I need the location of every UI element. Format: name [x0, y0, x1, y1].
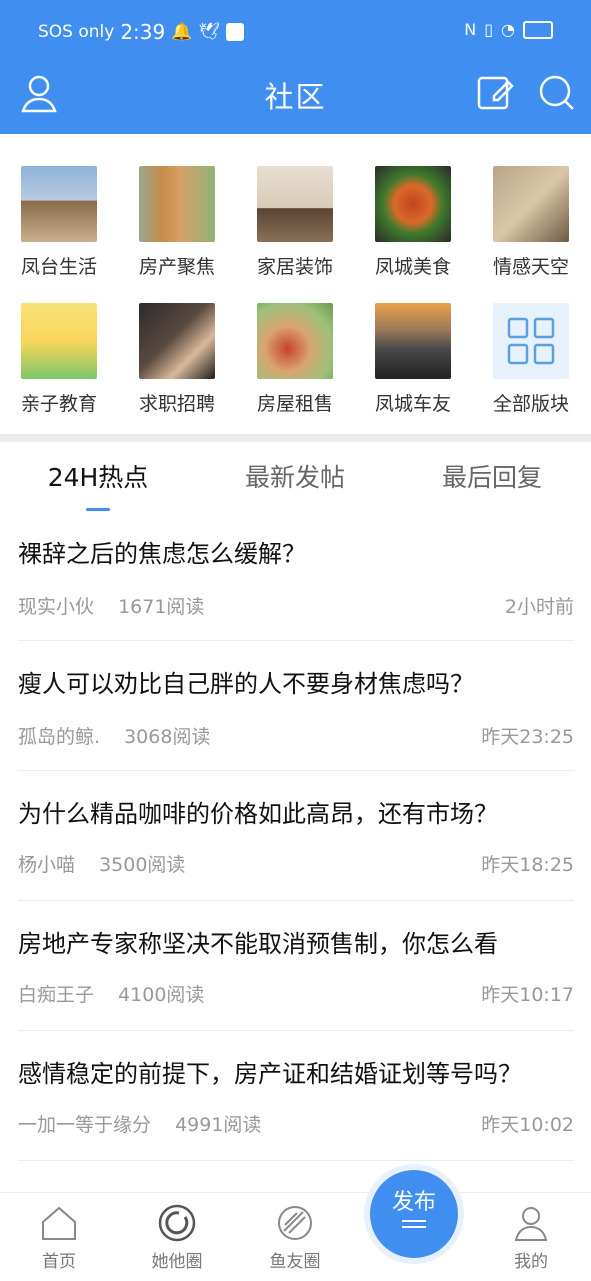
search-icon[interactable] — [536, 72, 578, 114]
dining-room-image — [257, 166, 333, 242]
post-time: 2小时前 — [504, 596, 574, 618]
status-bar: SOS only 2:39 🔔 🕊 N ▯ ◔ — [0, 0, 591, 66]
menu-lines-icon — [402, 1220, 426, 1228]
post-reads: 3068阅读 — [124, 726, 211, 748]
nav-tata-circle[interactable]: 她他圈 — [118, 1203, 236, 1272]
category-item[interactable]: 凤台生活 — [0, 166, 118, 279]
category-label: 求职招聘 — [138, 393, 215, 415]
post-title: 裸辞之后的焦虑怎么缓解？ — [18, 540, 306, 568]
category-item[interactable]: 求职招聘 — [118, 303, 236, 416]
top-bar: 社区 — [0, 66, 591, 134]
post-reads: 1671阅读 — [118, 596, 205, 618]
post-title: 房地产专家称坚决不能取消预售制，你怎么看 — [18, 930, 498, 958]
app-notification-icon — [226, 23, 245, 41]
nav-home[interactable]: 首页 — [0, 1203, 118, 1272]
carrier-text: SOS only — [38, 22, 115, 42]
nfc-icon: N — [464, 20, 477, 39]
post-time: 昨天10:17 — [481, 984, 574, 1006]
post-meta: 现实小伙 1671阅读 2小时前 — [18, 592, 574, 619]
post-item[interactable]: 裸辞之后的焦虑怎么缓解？ 现实小伙 1671阅读 2小时前 — [18, 534, 574, 641]
category-item[interactable]: 情感天空 — [472, 166, 590, 279]
post-author: 一加一等于缘分 — [18, 1114, 152, 1136]
post-time: 昨天23:25 — [481, 726, 574, 748]
nav-label: 首页 — [42, 1252, 76, 1272]
post-item[interactable]: 为什么精品咖啡的价格如此高昂，还有市场？ 杨小喵 3500阅读 昨天18:25 — [18, 794, 574, 901]
post-author: 杨小喵 — [18, 854, 76, 876]
post-reads: 4100阅读 — [118, 984, 205, 1006]
car-dashboard-image — [375, 303, 451, 379]
category-grid: 凤台生活 房产聚焦 家居装饰 凤城美食 情感天空 亲子教育 求职招聘 房屋租售 … — [0, 134, 591, 434]
family-cartoon-image — [21, 303, 97, 379]
category-label: 凤台生活 — [20, 256, 97, 278]
category-label: 房屋租售 — [256, 393, 333, 415]
tab-last-reply[interactable]: 最后回复 — [394, 458, 590, 494]
city-building-image — [21, 166, 97, 242]
post-tabs: 24H热点 最新发帖 最后回复 — [0, 442, 591, 514]
category-label: 亲子教育 — [20, 393, 97, 415]
post-time: 昨天10:02 — [481, 1114, 574, 1136]
user-icon — [511, 1203, 551, 1243]
home-icon — [39, 1203, 79, 1243]
house-key-image — [257, 303, 333, 379]
category-label: 全部版块 — [492, 393, 569, 415]
category-item[interactable]: 全部版块 — [472, 303, 590, 416]
nav-label: 鱼友圈 — [269, 1252, 321, 1272]
grid-icon — [493, 303, 569, 379]
post-time: 昨天18:25 — [481, 854, 574, 876]
post-author: 孤岛的鲸. — [18, 726, 101, 748]
section-divider — [0, 434, 591, 442]
header-bar: SOS only 2:39 🔔 🕊 N ▯ ◔ 社区 — [0, 0, 591, 134]
handshake-image — [139, 303, 215, 379]
post-reads: 4991阅读 — [175, 1114, 262, 1136]
post-meta: 孤岛的鲸. 3068阅读 昨天23:25 — [18, 722, 574, 749]
apartment-towers-image — [139, 166, 215, 242]
post-author: 现实小伙 — [18, 596, 95, 618]
post-item[interactable]: 感情稳定的前提下，房产证和结婚证划等号吗？ 一加一等于缘分 4991阅读 昨天1… — [18, 1054, 574, 1161]
post-reads: 3500阅读 — [99, 854, 186, 876]
post-meta: 杨小喵 3500阅读 昨天18:25 — [18, 850, 574, 877]
category-label: 凤城车友 — [374, 393, 451, 415]
category-label: 房产聚焦 — [138, 256, 215, 278]
compose-icon[interactable] — [474, 72, 516, 114]
category-item[interactable]: 凤城车友 — [354, 303, 472, 416]
category-label: 凤城美食 — [374, 256, 451, 278]
tab-24h-hot[interactable]: 24H热点 — [0, 458, 196, 494]
food-plate-image — [375, 166, 451, 242]
nav-label: 她他圈 — [151, 1252, 203, 1272]
post-title: 感情稳定的前提下，房产证和结婚证划等号吗？ — [18, 1060, 522, 1088]
active-tab-indicator — [86, 508, 110, 511]
category-item[interactable]: 房产聚焦 — [118, 166, 236, 279]
post-meta: 白痴王子 4100阅读 昨天10:17 — [18, 980, 574, 1007]
category-label: 家居装饰 — [256, 256, 333, 278]
bell-icon: 🔔 — [171, 22, 193, 42]
nav-label: 我的 — [514, 1252, 548, 1272]
category-item[interactable]: 家居装饰 — [236, 166, 354, 279]
bird-icon: 🕊 — [198, 22, 221, 42]
category-item[interactable]: 房屋租售 — [236, 303, 354, 416]
vibrate-icon: ▯ — [484, 20, 494, 39]
circle-icon — [157, 1203, 197, 1243]
tab-latest-posts[interactable]: 最新发帖 — [197, 458, 393, 494]
category-item[interactable]: 亲子教育 — [0, 303, 118, 416]
woman-lakeside-image — [493, 166, 569, 242]
category-item[interactable]: 凤城美食 — [354, 166, 472, 279]
category-label: 情感天空 — [492, 256, 569, 278]
post-meta: 一加一等于缘分 4991阅读 昨天10:02 — [18, 1110, 574, 1137]
bottom-nav: 首页 她他圈 鱼友圈 我的 — [0, 1192, 591, 1281]
post-item[interactable]: 瘦人可以劝比自己胖的人不要身材焦虑吗？ 孤岛的鲸. 3068阅读 昨天23:25 — [18, 664, 574, 771]
status-time: 2:39 — [120, 20, 166, 44]
nav-fish-circle[interactable]: 鱼友圈 — [236, 1203, 354, 1272]
wifi-icon: ◔ — [501, 20, 515, 39]
publish-button[interactable]: 发布 — [370, 1170, 458, 1258]
publish-label: 发布 — [391, 1190, 436, 1215]
post-title: 瘦人可以劝比自己胖的人不要身材焦虑吗？ — [18, 670, 474, 698]
post-item[interactable]: 房地产专家称坚决不能取消预售制，你怎么看 白痴王子 4100阅读 昨天10:17 — [18, 924, 574, 1031]
aperture-icon — [275, 1203, 315, 1243]
post-author: 白痴王子 — [18, 984, 95, 1006]
battery-icon — [523, 20, 553, 39]
post-title: 为什么精品咖啡的价格如此高昂，还有市场？ — [18, 800, 498, 828]
nav-mine[interactable]: 我的 — [472, 1203, 590, 1272]
